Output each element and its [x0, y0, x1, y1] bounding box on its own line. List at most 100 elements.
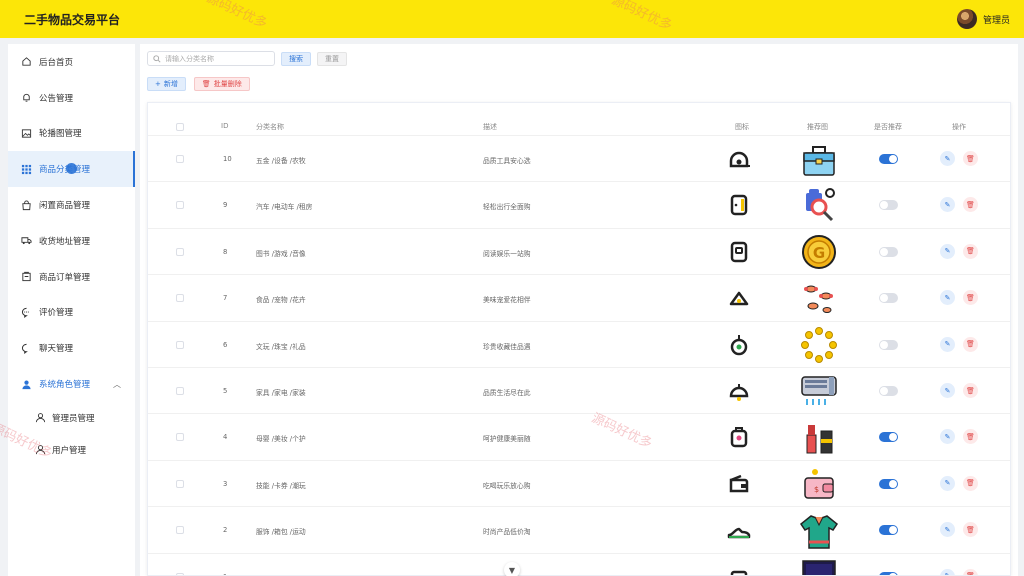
sidebar-item-label: 系统角色管理 — [39, 380, 91, 391]
cell-id: 2 — [223, 526, 228, 535]
trash-icon: 🗑 — [966, 340, 975, 349]
comment-icon — [21, 307, 32, 318]
delete-button[interactable]: 🗑 — [963, 522, 978, 538]
table-row: 5 家具 /家电 /家装 品质生活尽在此 ✎ 🗑 — [148, 367, 1010, 413]
cell-name: 食品 /宠物 /花卉 — [256, 296, 306, 305]
row-checkbox[interactable] — [176, 387, 184, 395]
row-checkbox[interactable] — [176, 526, 184, 535]
edit-icon: ✎ — [944, 340, 951, 349]
recommend-toggle[interactable] — [879, 246, 898, 257]
category-table: ID 分类名称 描述 图标 推荐图 是否推荐 操作 10 五金 /设备 /农牧 品质… — [147, 102, 1011, 576]
recommend-toggle[interactable] — [879, 386, 898, 396]
edit-button[interactable]: ✎ — [940, 197, 955, 213]
sidebar-item-roles[interactable]: 系统角色管理 ︿ — [8, 366, 135, 402]
cell-desc: 美味宠爱花相伴 — [483, 296, 531, 305]
delete-button[interactable]: 🗑 — [963, 151, 978, 166]
sidebar-item-reviews[interactable]: 评价管理 — [8, 295, 135, 331]
category-icon — [727, 147, 751, 173]
edit-button[interactable]: ✎ — [940, 568, 955, 575]
row-checkbox[interactable] — [176, 294, 184, 303]
col-id: ID — [221, 122, 229, 130]
truck-icon — [21, 235, 32, 246]
delete-button[interactable]: 🗑 — [963, 336, 978, 352]
row-checkbox[interactable] — [176, 340, 184, 349]
cell-desc: 珍贵收藏佳品遇 — [483, 342, 531, 351]
sidebar-item-notices[interactable]: 公告管理 — [8, 80, 135, 116]
sidebar-item-category[interactable]: 商品分类管理 — [8, 151, 135, 188]
table-row: 6 文玩 /珠宝 /礼品 珍贵收藏佳品遇 ✎ 🗑 — [148, 320, 1010, 367]
col-actions: 操作 — [952, 123, 966, 131]
delete-button[interactable]: 🗑 — [963, 568, 978, 575]
recommend-toggle[interactable] — [879, 525, 898, 536]
search-input[interactable]: 请输入分类名称 — [147, 51, 275, 66]
recommend-toggle[interactable] — [879, 200, 898, 211]
user-outline-icon — [35, 412, 46, 423]
delete-button[interactable]: 🗑 — [963, 197, 978, 213]
delete-button[interactable]: 🗑 — [963, 243, 978, 259]
category-icon — [727, 379, 751, 405]
table-header: ID 分类名称 描述 图标 推荐图 是否推荐 操作 — [148, 103, 1010, 135]
user-menu[interactable]: 管理员 — [956, 9, 1010, 29]
edit-button[interactable]: ✎ — [940, 243, 955, 259]
batch-delete-button[interactable]: 🗑 批量删除 — [193, 77, 250, 91]
sidebar-subitem-admins[interactable]: 管理员管理 — [8, 402, 135, 434]
edit-button[interactable]: ✎ — [940, 336, 955, 352]
edit-button[interactable]: ✎ — [940, 429, 955, 445]
edit-icon: ✎ — [944, 293, 951, 302]
sidebar-item-label: 商品分类管理 — [39, 165, 91, 176]
edit-icon: ✎ — [944, 200, 951, 209]
recommend-toggle[interactable] — [879, 154, 898, 164]
delete-button[interactable]: 🗑 — [963, 290, 978, 306]
row-checkbox[interactable] — [176, 155, 184, 163]
sidebar-item-dashboard[interactable]: 后台首页 — [8, 44, 135, 80]
table-row: 10 五金 /设备 /农牧 品质工具安心选 ✎ 🗑 — [148, 135, 1010, 181]
recommend-toggle[interactable] — [879, 478, 898, 489]
sidebar-subitem-users[interactable]: 用户管理 — [8, 434, 135, 466]
category-icon — [727, 565, 751, 575]
edit-icon: ✎ — [944, 525, 951, 534]
sidebar-item-idle-goods[interactable]: 闲置商品管理 — [8, 187, 135, 223]
sidebar-item-chat[interactable]: 聊天管理 — [8, 330, 135, 366]
avatar[interactable] — [956, 9, 977, 29]
select-all-checkbox[interactable] — [176, 123, 184, 131]
search-bar: 请输入分类名称 搜索 重置 — [147, 51, 347, 66]
add-button[interactable]: + 新增 — [147, 77, 186, 91]
cell-id: 6 — [223, 340, 228, 349]
row-checkbox[interactable] — [176, 433, 184, 442]
sidebar-item-label: 公告管理 — [39, 93, 74, 104]
sidebar-item-address[interactable]: 收货地址管理 — [8, 223, 135, 259]
row-checkbox[interactable] — [176, 479, 184, 488]
cell-desc: 品质工具安心选 — [483, 157, 531, 165]
search-button[interactable]: 搜索 — [281, 51, 311, 66]
edit-button[interactable]: ✎ — [940, 151, 955, 166]
row-checkbox[interactable] — [176, 247, 184, 256]
category-icon — [727, 333, 751, 359]
delete-button[interactable]: 🗑 — [963, 475, 978, 491]
edit-button[interactable]: ✎ — [940, 383, 955, 398]
edit-button[interactable]: ✎ — [940, 475, 955, 491]
delete-button[interactable]: 🗑 — [963, 429, 978, 445]
cell-id: 10 — [223, 155, 232, 163]
scroll-down-button[interactable]: ▼ — [504, 562, 520, 576]
edit-button[interactable]: ✎ — [940, 522, 955, 538]
recommend-toggle[interactable] — [879, 293, 898, 304]
recommend-toggle[interactable] — [879, 432, 898, 443]
row-checkbox[interactable] — [176, 572, 184, 575]
recommend-image — [799, 139, 839, 181]
bell-icon — [21, 92, 32, 103]
row-checkbox[interactable] — [176, 201, 184, 210]
user-name[interactable]: 管理员 — [983, 13, 1010, 26]
edit-icon: ✎ — [944, 154, 951, 163]
delete-button[interactable]: 🗑 — [963, 383, 978, 398]
top-header: 二手物品交易平台 管理员 — [0, 0, 1024, 38]
edit-button[interactable]: ✎ — [940, 290, 955, 306]
reset-button[interactable]: 重置 — [317, 51, 347, 66]
search-icon — [153, 54, 161, 63]
sidebar-item-label: 商品订单管理 — [39, 272, 91, 283]
recommend-toggle[interactable] — [879, 339, 898, 350]
sidebar-item-orders[interactable]: 商品订单管理 — [8, 259, 135, 295]
recommend-toggle[interactable] — [879, 571, 898, 575]
cell-id: 1 — [223, 573, 227, 575]
col-desc: 描述 — [483, 123, 497, 131]
sidebar-item-carousel[interactable]: 轮播图管理 — [8, 116, 135, 152]
